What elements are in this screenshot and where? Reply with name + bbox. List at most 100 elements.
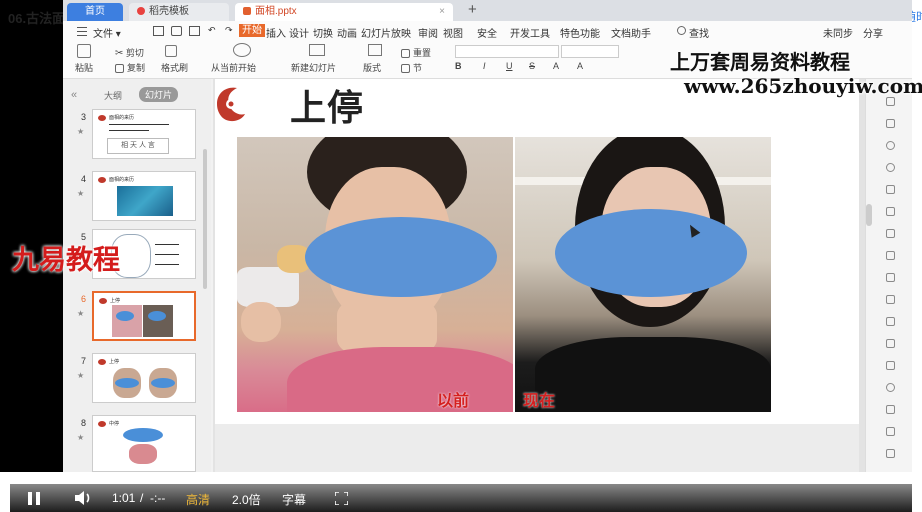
menu-security[interactable]: 安全 [477, 25, 497, 40]
chart-icon[interactable] [886, 251, 895, 260]
font-size-field[interactable] [561, 45, 619, 58]
italic-button[interactable]: I [483, 61, 486, 71]
reset-button[interactable]: 重置 [401, 46, 431, 59]
layout-icon[interactable] [368, 44, 382, 56]
search-icon[interactable] [677, 26, 686, 35]
reset-icon [401, 49, 410, 58]
slide-scrollbar[interactable] [866, 204, 872, 226]
style-icon[interactable] [886, 141, 895, 150]
shape-icon[interactable] [886, 119, 895, 128]
font-name-field[interactable] [455, 45, 559, 58]
strikethrough-button[interactable]: S [529, 61, 535, 71]
menu-file[interactable]: 文件 ▾ [93, 25, 121, 40]
tab-slides[interactable]: 幻灯片 [139, 87, 179, 102]
hamburger-icon[interactable] [77, 27, 87, 36]
thumb-face-mask [148, 311, 166, 321]
layout-icon[interactable] [886, 229, 895, 238]
menu-design[interactable]: 设计 [289, 25, 309, 40]
tab-templates[interactable]: 稻壳模板 [129, 3, 229, 21]
backup-icon[interactable] [886, 339, 895, 348]
volume-icon[interactable] [74, 491, 92, 505]
new-tab-button[interactable]: + [468, 1, 477, 18]
tab-outline[interactable]: 大纲 [104, 89, 122, 102]
menu-slideshow[interactable]: 幻灯片放映 [361, 25, 411, 40]
more-icon[interactable] [886, 449, 895, 458]
menu-features[interactable]: 特色功能 [560, 25, 600, 40]
slide-thumbnail-4[interactable]: 面相的来历 [92, 171, 196, 221]
slide-thumbnail-3[interactable]: 面相的来历 相 天 人 言 [92, 109, 196, 159]
before-photo: 以前 [237, 137, 513, 412]
menu-transition[interactable]: 切换 [313, 25, 333, 40]
slide-title[interactable]: 上停 [290, 79, 364, 131]
menu-view[interactable]: 视图 [443, 25, 463, 40]
menu-review[interactable]: 审阅 [418, 25, 438, 40]
from-current-button[interactable]: 从当前开始 [211, 61, 256, 74]
menu-insert[interactable]: 插入 [266, 25, 286, 40]
menu-developer[interactable]: 开发工具 [510, 25, 550, 40]
transition-icon[interactable] [886, 185, 895, 194]
collapse-panel-icon[interactable]: « [71, 89, 77, 101]
paste-icon[interactable] [77, 44, 91, 58]
animation-star-icon: ★ [77, 309, 85, 318]
tab-close-icon[interactable]: × [439, 3, 445, 21]
tab-home[interactable]: 首页 [67, 3, 123, 21]
highlight-button[interactable]: A [577, 61, 583, 71]
animation-star-icon: ★ [77, 433, 85, 442]
cut-button[interactable]: ✂ 剪切 [115, 46, 144, 59]
copy-button[interactable]: 复制 [115, 61, 145, 74]
tools-icon[interactable] [886, 361, 895, 370]
slide-notes-area[interactable] [215, 424, 859, 472]
table-icon[interactable] [886, 273, 895, 282]
current-slide[interactable]: 上停 以前 现在 [215, 79, 859, 424]
section-label: 节 [413, 63, 423, 73]
slide-thumbnail-8[interactable]: 中停 [92, 415, 196, 472]
picture-icon[interactable] [886, 295, 895, 304]
undo-icon[interactable]: ↶ [208, 25, 216, 36]
pause-icon[interactable] [28, 492, 40, 505]
quality-button[interactable]: 高清 [186, 491, 210, 508]
menu-doc-assistant[interactable]: 文档助手 [611, 25, 651, 40]
current-time: 1:01 [112, 491, 136, 505]
export-icon[interactable] [171, 26, 182, 36]
new-slide-button[interactable]: 新建幻灯片 [291, 61, 336, 74]
underline-button[interactable]: U [506, 61, 513, 71]
save-icon[interactable] [153, 26, 164, 36]
new-slide-icon[interactable] [309, 44, 325, 56]
search-label[interactable]: 查找 [689, 25, 709, 40]
paste-button[interactable]: 粘贴 [75, 61, 93, 74]
thumb-text-line [109, 124, 169, 125]
thumbnail-scrollbar[interactable] [203, 149, 207, 289]
help-icon[interactable] [886, 383, 895, 392]
format-painter-button[interactable]: 格式刷 [161, 61, 188, 74]
subtitles-button[interactable]: 字幕 [282, 491, 306, 508]
sync-status[interactable]: 未同步 [823, 25, 853, 40]
face-mask-left [305, 217, 497, 297]
fullscreen-icon[interactable] [335, 492, 348, 505]
properties-icon[interactable] [886, 207, 895, 216]
share-icon[interactable] [886, 405, 895, 414]
thumb-face-mask [123, 428, 163, 442]
animation-icon[interactable] [886, 163, 895, 172]
font-color-button[interactable]: A [553, 61, 559, 71]
redo-icon[interactable]: ↷ [225, 25, 233, 36]
menu-animation[interactable]: 动画 [337, 25, 357, 40]
thumb-photo [129, 444, 157, 464]
settings-icon[interactable] [886, 427, 895, 436]
bold-button[interactable]: B [455, 61, 462, 71]
slide-thumbnail-7[interactable]: 上停 [92, 353, 196, 403]
slide-thumbnail-6[interactable]: 上停 [92, 291, 196, 341]
speed-button[interactable]: 2.0倍 [232, 491, 261, 508]
play-slideshow-icon[interactable] [233, 43, 251, 57]
share-button[interactable]: 分享 [863, 25, 883, 40]
player-controls: 1:01 / -:-- 高清 2.0倍 字幕 [10, 484, 912, 512]
format-painter-icon[interactable] [165, 45, 177, 57]
shirt-shape [535, 337, 771, 412]
menu-start[interactable]: 开始 [239, 24, 265, 37]
print-icon[interactable] [189, 26, 200, 36]
layout-button[interactable]: 版式 [363, 61, 381, 74]
export-icon[interactable] [886, 317, 895, 326]
tab-document[interactable]: 面相.pptx × [235, 3, 453, 21]
copy-icon [115, 64, 124, 73]
section-button[interactable]: 节 [401, 61, 422, 74]
select-icon[interactable] [886, 97, 895, 106]
